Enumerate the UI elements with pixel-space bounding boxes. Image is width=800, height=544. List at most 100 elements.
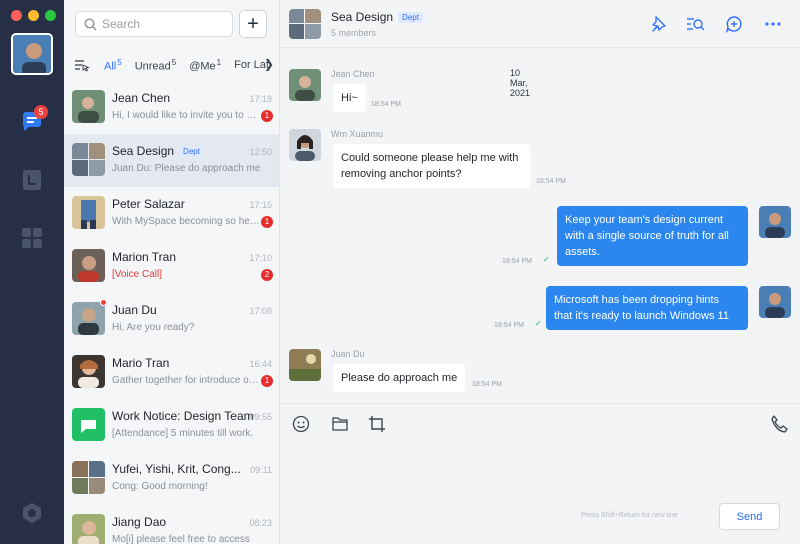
conversation-item[interactable]: Jiang Dao 08:23 Mo[i] please feel free t… bbox=[64, 505, 279, 544]
search-history-icon[interactable] bbox=[685, 14, 705, 34]
add-button[interactable]: + bbox=[239, 10, 267, 38]
conversation-preview: Gather together for introduce ou... bbox=[112, 375, 262, 386]
conversation-item[interactable]: Yufei, Yishi, Krit, Cong... 09:11 Cong: … bbox=[64, 452, 279, 505]
unread-badge: 1 bbox=[261, 110, 273, 122]
message-time: 18:54 PM bbox=[494, 322, 524, 329]
avatar[interactable] bbox=[759, 206, 791, 238]
folder-icon[interactable] bbox=[330, 414, 350, 434]
message-bubble[interactable]: Keep your team's design current with a s… bbox=[557, 206, 748, 266]
conversation-preview: With MySpace becoming so hea... bbox=[112, 216, 262, 227]
unread-badge: 2 bbox=[261, 269, 273, 281]
message-time: 18:54 PM bbox=[472, 381, 502, 388]
chat-pane: Sea Design Dept 5 members 10 Mar, 2021 Je… bbox=[280, 0, 800, 544]
avatar[interactable] bbox=[289, 69, 321, 101]
message-time: 18:54 PM bbox=[371, 101, 401, 108]
message-sender: Wm Xuanmu bbox=[331, 129, 384, 139]
message-time: 18:54 PM bbox=[536, 178, 566, 185]
conversation-name: Jean Chen bbox=[112, 91, 171, 105]
filter-tabs: All5 Unread5 @Me1 For Lat bbox=[72, 54, 279, 76]
message-bubble[interactable]: Microsoft has been dropping hints that i… bbox=[546, 286, 748, 330]
filter-all[interactable]: All5 bbox=[104, 58, 122, 73]
user-avatar[interactable] bbox=[11, 33, 53, 75]
avatar bbox=[72, 302, 105, 335]
emoji-icon[interactable] bbox=[291, 414, 311, 434]
apps-icon[interactable] bbox=[20, 226, 44, 250]
message-bubble[interactable]: Please do approach me bbox=[333, 364, 466, 392]
conversation-item[interactable]: Marion Tran 17:10 [Voice Call] 2 bbox=[64, 240, 279, 293]
conversation-preview: Juan Du: Please do approach me bbox=[112, 163, 261, 174]
filter-unread[interactable]: Unread5 bbox=[135, 58, 177, 73]
phone-icon[interactable] bbox=[769, 414, 789, 434]
conversation-item[interactable]: Peter Salazar 17:15 With MySpace becomin… bbox=[64, 187, 279, 240]
date-divider: 10 Mar, 2021 bbox=[510, 68, 531, 98]
avatar bbox=[72, 408, 105, 441]
crop-screenshot-icon[interactable] bbox=[367, 414, 387, 434]
conversation-preview: Cong: Good morning! bbox=[112, 481, 208, 492]
message-bubble[interactable]: Could someone please help me with removi… bbox=[333, 144, 530, 188]
search-input[interactable] bbox=[102, 17, 222, 31]
composer-hint: Press Shift+Return for new line bbox=[581, 512, 678, 519]
window-controls bbox=[11, 10, 56, 21]
conversation-name: Mario Tran bbox=[112, 356, 170, 370]
avatar[interactable] bbox=[289, 349, 321, 381]
conversation-time: 12:50 bbox=[249, 147, 272, 157]
avatar[interactable] bbox=[289, 129, 321, 161]
zoom-window-button[interactable] bbox=[45, 10, 56, 21]
unread-badge: 1 bbox=[261, 216, 273, 228]
chevron-right-icon[interactable]: ❯ bbox=[264, 57, 274, 71]
more-icon[interactable] bbox=[763, 14, 783, 34]
conversation-item[interactable]: Sea Design Dept 12:50 Juan Du: Please do … bbox=[64, 134, 279, 187]
add-chat-icon[interactable] bbox=[724, 14, 744, 34]
minimize-window-button[interactable] bbox=[28, 10, 39, 21]
conversation-preview: [Attendance] 5 minutes till work. bbox=[112, 428, 254, 439]
conversation-time: 17:08 bbox=[249, 306, 272, 316]
read-check-icon: ✓ bbox=[543, 255, 550, 264]
message-sender: Juan Du bbox=[331, 349, 365, 359]
dept-tag: Dept bbox=[398, 12, 423, 23]
conversation-time: 16:44 bbox=[249, 359, 272, 369]
chat-title: Sea Design Dept bbox=[331, 10, 423, 24]
conversation-time: 08:23 bbox=[249, 518, 272, 528]
conversation-item[interactable]: Juan Du 17:08 Hi, Are you ready? bbox=[64, 293, 279, 346]
pin-icon[interactable] bbox=[648, 14, 668, 34]
conversation-time: 17:10 bbox=[249, 253, 272, 263]
conversation-name: Marion Tran bbox=[112, 250, 177, 264]
message-time: 18:54 PM bbox=[502, 258, 532, 265]
conversation-name: Juan Du bbox=[112, 303, 157, 317]
unread-badge: 1 bbox=[261, 375, 273, 387]
conversation-item[interactable]: Work Notice: Design Team 09:55 [Attendan… bbox=[64, 399, 279, 452]
conversation-preview: Hi, Are you ready? bbox=[112, 322, 195, 333]
conversation-time: 09:55 bbox=[249, 412, 272, 422]
dept-tag: Dept bbox=[179, 146, 204, 157]
conversation-time: 17:15 bbox=[249, 200, 272, 210]
avatar bbox=[72, 355, 105, 388]
conversation-item[interactable]: Jean Chen 17:18 Hi, I would like to invi… bbox=[64, 81, 279, 134]
close-window-button[interactable] bbox=[11, 10, 22, 21]
search-box[interactable] bbox=[75, 11, 233, 37]
contacts-icon[interactable] bbox=[20, 168, 44, 192]
conversation-preview: [Voice Call] bbox=[112, 269, 163, 280]
conversation-list-panel: + All5 Unread5 @Me1 For Lat ❯ Jean Chen … bbox=[64, 0, 280, 544]
conversation-item[interactable]: Mario Tran 16:44 Gather together for int… bbox=[64, 346, 279, 399]
avatar[interactable] bbox=[759, 286, 791, 318]
conversation-preview: Mo[i] please feel free to access bbox=[112, 534, 250, 544]
conversation-name: Peter Salazar bbox=[112, 197, 185, 211]
conversation-name: Yufei, Yishi, Krit, Cong... bbox=[112, 462, 241, 476]
read-check-icon: ✓ bbox=[535, 319, 542, 328]
message-sender: Jean Chen bbox=[331, 69, 375, 79]
avatar bbox=[72, 143, 105, 176]
message-bubble[interactable]: Hi~ bbox=[333, 84, 366, 112]
conversation-preview: Hi, I would like to invite you to m... bbox=[112, 110, 262, 121]
send-button[interactable]: Send bbox=[719, 503, 780, 530]
message-composer[interactable]: Press Shift+Return for new line Send bbox=[280, 403, 800, 544]
chat-header: Sea Design Dept 5 members bbox=[280, 0, 800, 48]
settings-icon[interactable] bbox=[20, 501, 44, 525]
search-icon bbox=[84, 17, 97, 30]
avatar bbox=[72, 461, 105, 494]
online-indicator bbox=[100, 299, 107, 306]
filter-mentions[interactable]: @Me1 bbox=[189, 58, 221, 73]
avatar bbox=[72, 249, 105, 282]
group-avatar[interactable] bbox=[289, 9, 321, 39]
filter-settings-icon[interactable] bbox=[72, 56, 90, 74]
member-count[interactable]: 5 members bbox=[331, 28, 376, 38]
